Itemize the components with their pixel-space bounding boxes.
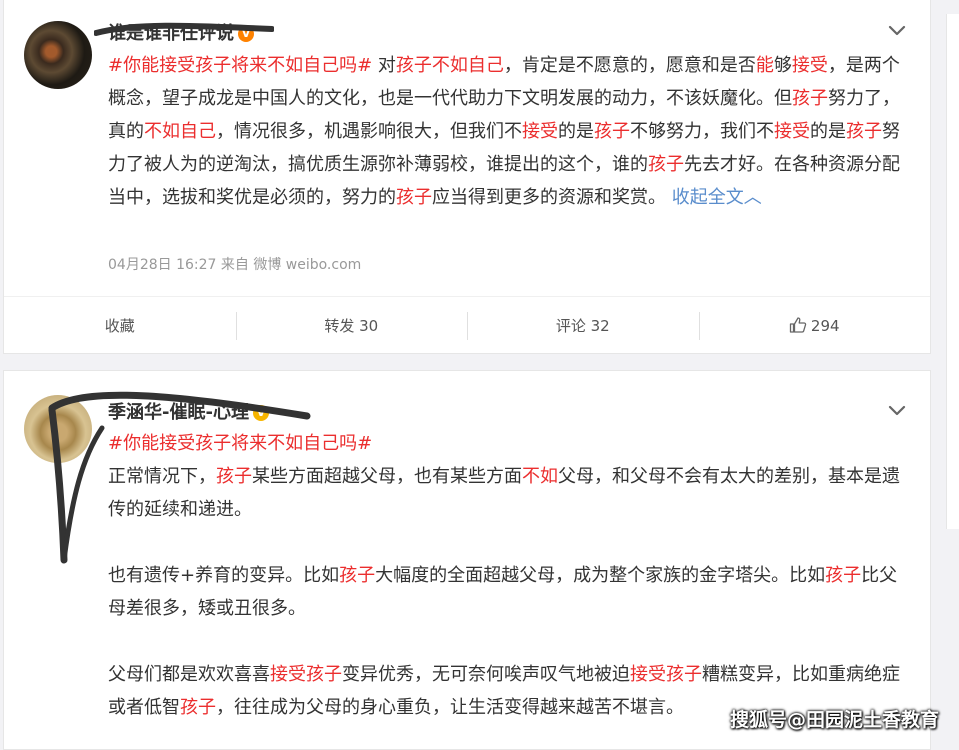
keyword-highlight: 接受 (522, 121, 558, 142)
text-run: 的是 (810, 121, 846, 142)
author-name[interactable]: 谁是谁非任评说 V (108, 19, 254, 45)
text-run: 某些方面超越父母，也有某些方面 (252, 466, 522, 487)
keyword-highlight: 孩子 (792, 88, 828, 109)
favorite-label: 收藏 (104, 317, 135, 335)
text-run: ，往往成为父母的身心重负，让生活变得越来越苦不堪言。 (216, 697, 684, 718)
text-run: 正常情况下， (108, 466, 216, 487)
keyword-highlight: 孩子 (648, 154, 684, 175)
avatar[interactable] (24, 21, 92, 89)
keyword-highlight: 接受孩子 (270, 664, 342, 685)
collapse-text-link[interactable]: ︿ (744, 187, 762, 208)
keyword-highlight: 孩子 (339, 565, 376, 586)
keyword-highlight: 接受 (791, 55, 828, 76)
thumbs-up-icon (789, 317, 807, 333)
text-run: 父母们都是欢欢喜喜 (108, 664, 270, 685)
repost-label: 转发 30 (324, 317, 379, 335)
text-run: ，情况很多，机遇影响很大，但我们不 (216, 121, 522, 142)
author-name[interactable]: 季涵华-催眠-心理 V (108, 398, 269, 424)
keyword-highlight: 孩子 (846, 121, 882, 142)
post-text: #你能接受孩子将来不如自己吗# 对孩子不如自己，肯定是不愿意的，愿意和是否能够接… (108, 49, 914, 214)
keyword-highlight: 接受孩子 (630, 664, 702, 685)
hashtag-link[interactable]: #你能接受孩子将来不如自己吗# (108, 55, 372, 76)
comment-label: 评论 32 (555, 317, 610, 335)
keyword-highlight: 孩子 (594, 121, 630, 142)
weibo-post-card: 季涵华-催眠-心理 V #你能接受孩子将来不如自己吗# 正常情况下，孩子某些方面超越… (3, 370, 931, 750)
text-run: ，肯定是不愿意的，愿意和是否 (503, 55, 756, 76)
keyword-highlight: 孩子 (396, 187, 432, 208)
text-run: 大幅度的全面超越父母，成为整个家族的金字塔尖。比如 (375, 565, 826, 586)
author-name-text[interactable]: 季涵华-催眠-心理 (108, 402, 249, 423)
repost-button[interactable]: 转发 30 (235, 297, 468, 355)
hashtag-link[interactable]: #你能接受孩子将来不如自己吗# (108, 433, 372, 454)
author-name-text[interactable]: 谁是谁非任评说 (108, 23, 234, 44)
collapse-text-link[interactable]: 收起全文 (672, 187, 744, 208)
post-meta: 04月28日 16:27 来自 微博 weibo.com (108, 257, 362, 273)
text-run: 应当得到更多的资源和奖赏。 (432, 187, 672, 208)
avatar[interactable] (24, 395, 92, 463)
watermark: 搜狐号@田园泥土香教育 (729, 709, 939, 731)
chevron-down-icon[interactable] (886, 19, 908, 41)
keyword-highlight: 能 (755, 55, 774, 76)
verified-badge-icon: V (252, 405, 269, 421)
keyword-highlight: 不如 (522, 466, 558, 487)
text-run: 变异优秀，无可奈何唉声叹气地被迫 (342, 664, 630, 685)
weibo-post-card: 谁是谁非任评说 V #你能接受孩子将来不如自己吗# 对孩子不如自己，肯定是不愿意的… (3, 0, 931, 354)
comment-button[interactable]: 评论 32 (467, 297, 699, 355)
text-run: 对 (372, 55, 396, 76)
like-button[interactable]: 294 (698, 297, 931, 355)
keyword-highlight: 孩子 (825, 565, 862, 586)
post-text: #你能接受孩子将来不如自己吗# 正常情况下，孩子某些方面超越父母，也有某些方面不如… (108, 427, 914, 724)
verified-badge-icon: V (238, 26, 254, 42)
right-sidebar-edge (946, 14, 959, 529)
chevron-down-icon[interactable] (886, 399, 908, 421)
favorite-button[interactable]: 收藏 (4, 297, 236, 355)
post-paragraph: 也有遗传+养育的变异。比如孩子大幅度的全面超越父母，成为整个家族的金字塔尖。比如… (108, 559, 914, 625)
keyword-highlight: 孩子 (216, 466, 252, 487)
text-run: 够 (773, 55, 792, 76)
keyword-highlight: 孩子 (180, 697, 216, 718)
text-run: 的是 (558, 121, 594, 142)
post-paragraph: #你能接受孩子将来不如自己吗# 正常情况下，孩子某些方面超越父母，也有某些方面不如… (108, 427, 914, 526)
text-run: 也有遗传+养育的变异。比如 (108, 565, 340, 586)
keyword-highlight: 接受 (774, 121, 810, 142)
action-bar: 收藏 转发 30 评论 32 294 (4, 296, 930, 355)
like-count: 294 (810, 317, 840, 335)
keyword-highlight: 孩子不如自己 (395, 55, 504, 76)
keyword-highlight: 不如自己 (144, 121, 216, 142)
text-run: 不够努力，我们不 (630, 121, 774, 142)
